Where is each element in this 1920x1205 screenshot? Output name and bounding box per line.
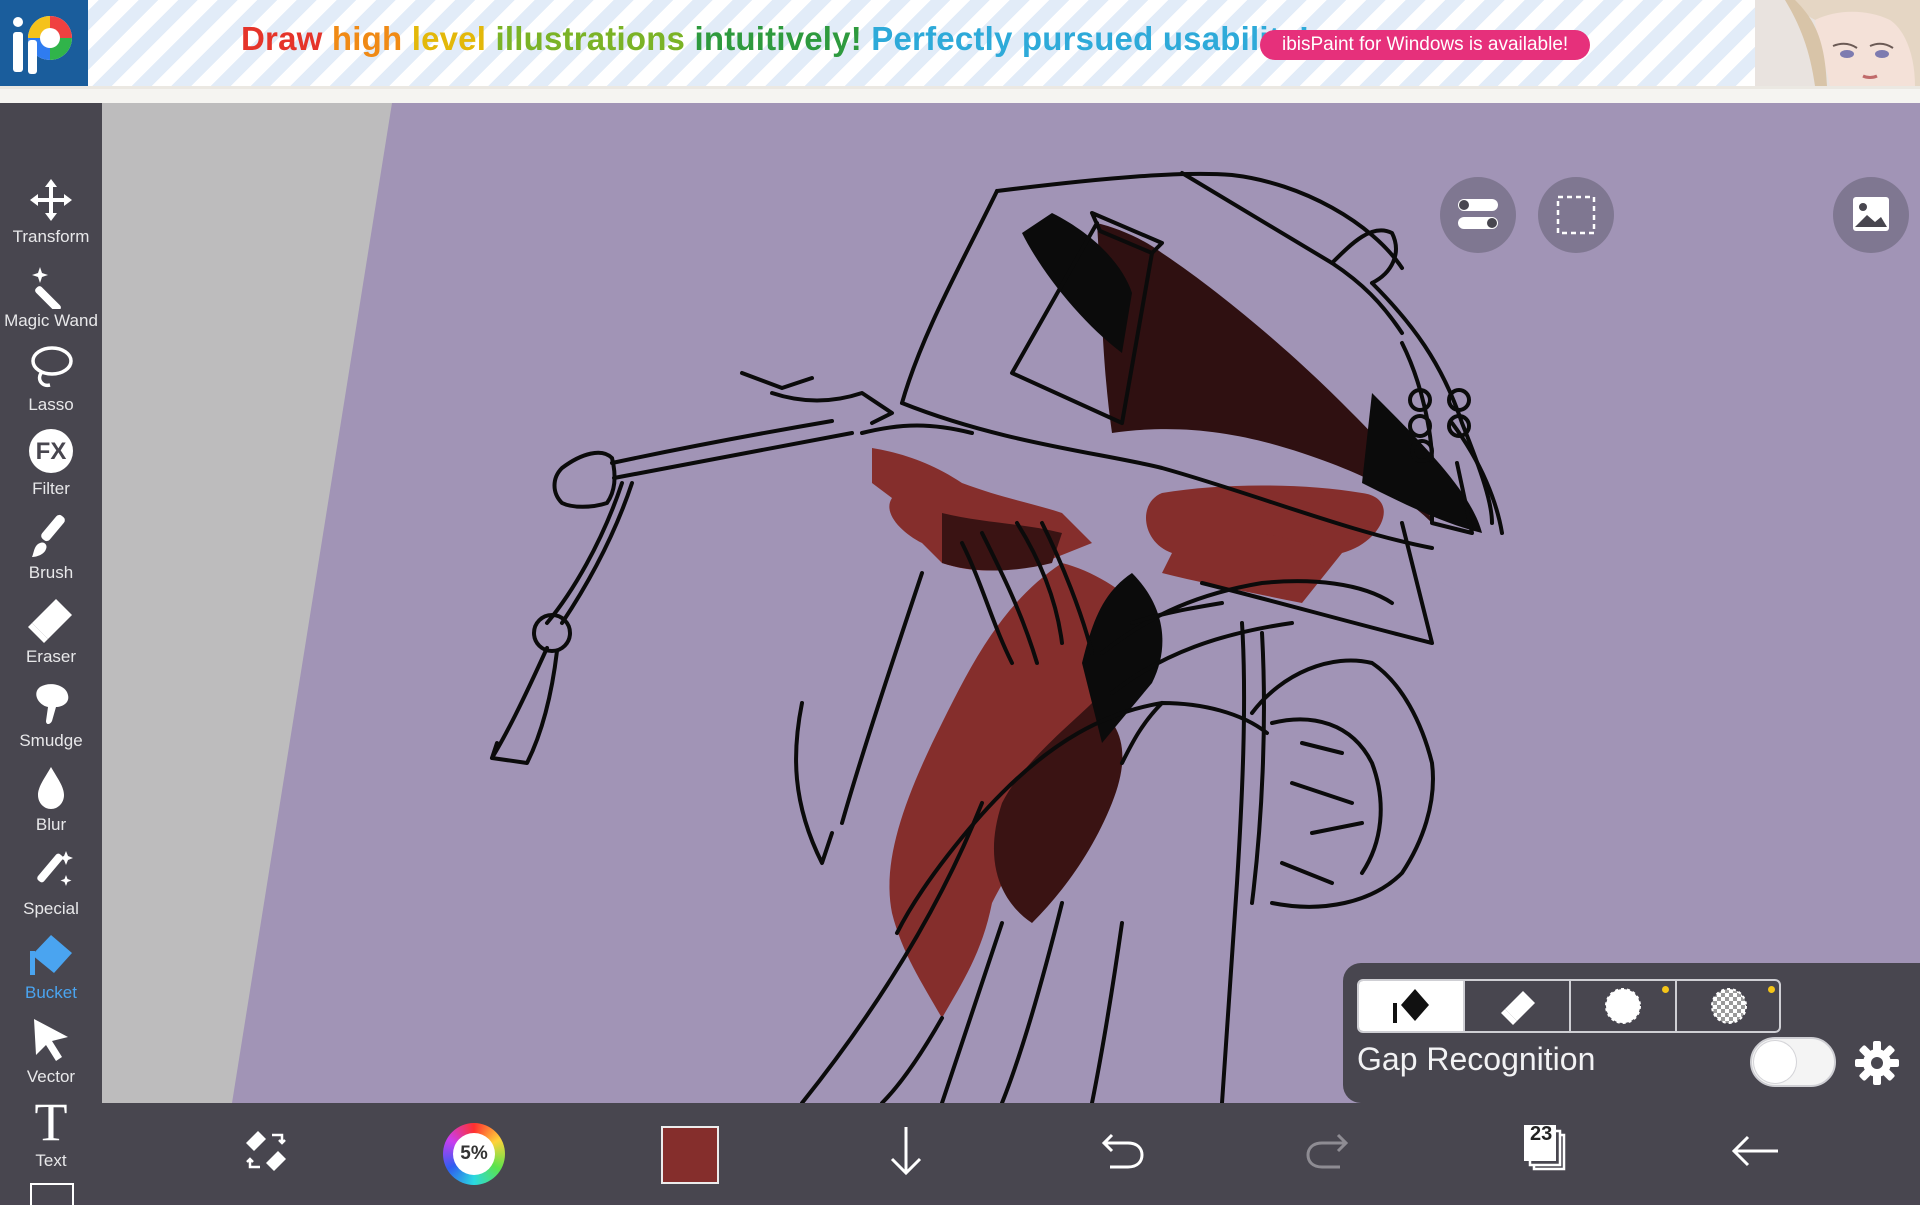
tool-brush[interactable]: Brush xyxy=(0,509,102,593)
tool-magic-wand[interactable]: Magic Wand xyxy=(0,257,102,341)
banner-word: Perfectly pursued usability! xyxy=(871,20,1310,57)
mode-indicator-dot xyxy=(1768,986,1775,993)
reference-image-icon[interactable] xyxy=(1833,177,1909,253)
transparent-mode-icon[interactable] xyxy=(1677,981,1779,1031)
tool-label: Eraser xyxy=(25,647,77,666)
ad-banner[interactable]: Draw high level illustrations intuitivel… xyxy=(0,0,1920,89)
banner-word: level xyxy=(411,20,487,57)
banner-portrait-image xyxy=(1755,0,1920,86)
tool-label: Filter xyxy=(32,479,70,498)
move-arrows-icon xyxy=(30,179,72,221)
banner-word: Draw xyxy=(241,20,323,57)
tool-special[interactable]: Special xyxy=(0,845,102,929)
brush-opacity-value: 5% xyxy=(453,1133,495,1175)
promo-button[interactable]: ibisPaint for Windows is available! xyxy=(1260,30,1591,60)
current-color-swatch[interactable] xyxy=(661,1126,719,1184)
bucket-icon xyxy=(30,935,72,975)
magic-wand-icon xyxy=(32,267,61,309)
tool-label: Magic Wand xyxy=(4,311,98,330)
tool-bucket[interactable]: Bucket xyxy=(0,929,102,1013)
down-arrow-icon[interactable] xyxy=(876,1121,936,1181)
back-arrow-icon[interactable] xyxy=(1726,1121,1786,1181)
text-t-icon: T xyxy=(34,1092,68,1152)
fill-mode-icon[interactable] xyxy=(1359,981,1465,1031)
gear-icon[interactable] xyxy=(1853,1039,1901,1087)
tool-label: Vector xyxy=(26,1067,76,1086)
fill-mode-selector xyxy=(1357,979,1781,1033)
tool-label: Bucket xyxy=(25,983,77,1002)
smudge-icon xyxy=(36,684,69,724)
circle-mode-icon[interactable] xyxy=(1571,981,1677,1031)
erase-fill-mode-icon[interactable] xyxy=(1465,981,1571,1031)
tool-vector[interactable]: Vector xyxy=(0,1013,102,1097)
drawing-canvas[interactable] xyxy=(102,103,1920,1103)
undo-icon[interactable] xyxy=(1090,1121,1150,1181)
brush-icon xyxy=(32,514,65,557)
tool-label: Smudge xyxy=(19,731,83,750)
lasso-icon xyxy=(31,346,73,388)
gap-recognition-toggle[interactable] xyxy=(1750,1037,1836,1087)
mode-indicator-dot xyxy=(1662,986,1669,993)
ibispaint-logo-icon[interactable] xyxy=(0,0,88,86)
tool-smudge[interactable]: Smudge xyxy=(0,677,102,761)
tool-label: Brush xyxy=(28,563,74,582)
layers-icon[interactable]: 23 xyxy=(1512,1121,1572,1181)
partial-tool-icon xyxy=(30,1183,74,1205)
eraser-icon xyxy=(28,599,72,643)
bottom-toolbar: 5% 23 xyxy=(102,1103,1920,1200)
selection-rect-icon[interactable] xyxy=(1538,177,1614,253)
tool-label: Lasso xyxy=(28,395,74,414)
tool-blur[interactable]: Blur xyxy=(0,761,102,845)
tool-label: Text xyxy=(35,1151,67,1170)
tool-text[interactable]: T Text xyxy=(0,1092,102,1181)
tool-eraser[interactable]: Eraser xyxy=(0,593,102,677)
banner-word: illustrations xyxy=(495,20,686,57)
sparkle-pen-icon xyxy=(37,851,73,886)
drop-icon xyxy=(38,767,64,809)
banner-headline: Draw high level illustrations intuitivel… xyxy=(241,20,1310,58)
color-wheel-icon[interactable]: 5% xyxy=(443,1123,505,1185)
redo-icon[interactable] xyxy=(1300,1121,1360,1181)
tool-sidebar: Transform Magic Wand Lasso FX Filter Bru… xyxy=(0,103,102,1205)
fx-glyph: FX xyxy=(35,438,67,465)
tool-label: Transform xyxy=(12,227,90,246)
tool-filter[interactable]: FX Filter xyxy=(0,425,102,509)
tool-lasso[interactable]: Lasso xyxy=(0,341,102,425)
tool-label: Special xyxy=(23,899,79,918)
tool-label: Blur xyxy=(35,815,67,834)
cursor-arrow-icon xyxy=(34,1019,68,1061)
artwork xyxy=(102,103,1920,1103)
banner-word: intuitively! xyxy=(694,20,862,57)
tool-transform[interactable]: Transform xyxy=(0,173,102,257)
toggle-knob xyxy=(1754,1041,1796,1083)
layer-count: 23 xyxy=(1530,1123,1553,1145)
toggle-options-icon[interactable] xyxy=(1440,177,1516,253)
tool-swap-icon[interactable] xyxy=(236,1121,296,1181)
banner-word: high xyxy=(331,20,403,57)
gap-recognition-label: Gap Recognition xyxy=(1357,1041,1596,1077)
bucket-options-panel: Gap Recognition xyxy=(1343,963,1920,1103)
